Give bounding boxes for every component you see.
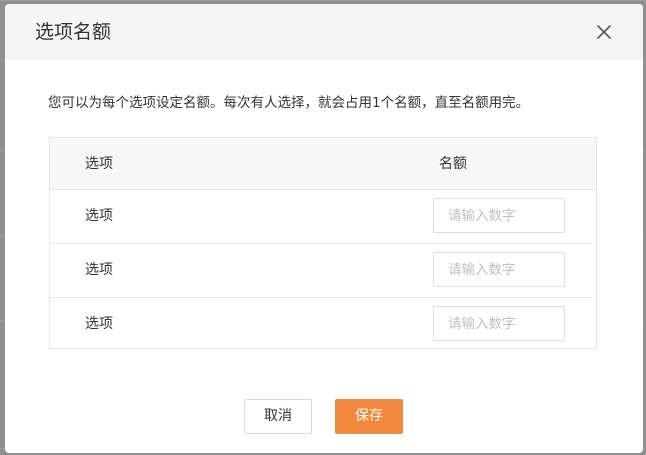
quota-input[interactable] (433, 198, 565, 233)
option-label: 选项 (85, 262, 113, 278)
close-icon (597, 25, 611, 39)
dialog-description: 您可以为每个选项设定名额。每次有人选择，就会占用1个名额，直至名额用完。 (48, 95, 530, 111)
background-divider (0, 0, 646, 1)
table-row: 选项 (50, 298, 592, 351)
quota-table: 选项 名额 选项 选项 选项 (49, 137, 597, 349)
dialog-title: 选项名额 (35, 21, 112, 43)
cancel-button[interactable]: 取消 (244, 399, 312, 434)
close-button[interactable] (593, 21, 615, 43)
table-row: 选项 (50, 190, 592, 244)
table-header-row: 选项 名额 (50, 138, 596, 190)
column-header-option: 选项 (85, 156, 113, 172)
column-header-quota: 名额 (439, 156, 467, 172)
quota-dialog: 选项名额 您可以为每个选项设定名额。每次有人选择，就会占用1个名额，直至名额用完… (5, 4, 643, 453)
table-row: 选项 (50, 244, 592, 298)
save-button[interactable]: 保存 (335, 399, 403, 434)
quota-input[interactable] (433, 252, 565, 287)
option-label: 选项 (85, 316, 113, 332)
option-label: 选项 (85, 208, 113, 224)
quota-input[interactable] (433, 306, 565, 341)
dialog-header: 选项名额 (5, 4, 643, 60)
